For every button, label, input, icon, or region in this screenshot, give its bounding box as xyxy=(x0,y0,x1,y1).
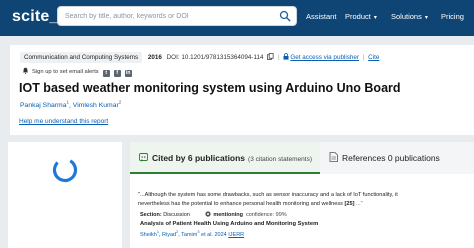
cite-link[interactable]: Cite xyxy=(368,54,379,61)
nav-assistant[interactable]: Assistant xyxy=(306,12,336,21)
citing-journal-link[interactable]: IJERR xyxy=(228,232,244,238)
author-link[interactable]: Riyad2 xyxy=(162,230,178,238)
lock-icon xyxy=(283,53,289,60)
references-label: References 0 publications xyxy=(342,153,440,163)
bell-icon[interactable] xyxy=(22,67,29,74)
search-input[interactable] xyxy=(65,7,277,25)
author-link[interactable]: Sheikh1 xyxy=(140,230,159,238)
citation-excerpt: "...Although the system has some drawbac… xyxy=(138,192,398,207)
paper-header-card: Communication and Computing Systems 2016… xyxy=(10,45,474,135)
etal-year: et al. 2024 xyxy=(201,231,227,238)
section-value: Discussion xyxy=(163,212,190,218)
tab-cited-by[interactable]: Cited by 6 publications (3 citation state… xyxy=(130,142,320,174)
linkedin-icon[interactable]: in xyxy=(124,70,132,77)
author-link[interactable]: Tamim3 xyxy=(181,230,199,238)
reference-marker: [25] xyxy=(344,200,355,207)
loading-spinner-icon xyxy=(52,157,78,183)
email-alert-link[interactable]: Sign up to set email alerts xyxy=(32,69,99,75)
scite-logo[interactable]: scite_ xyxy=(12,8,59,26)
cited-by-label: Cited by 6 publications xyxy=(152,153,246,163)
copy-icon[interactable] xyxy=(267,53,274,60)
author-list: Pankaj Sharma1, Vimlesh Kumar2 xyxy=(20,100,122,110)
side-metrics-card xyxy=(8,142,122,248)
chevron-down-icon: ▾ xyxy=(424,15,428,21)
top-nav: scite_ Assistant Product▾ Solutions▾ Pri… xyxy=(0,0,474,36)
search-box[interactable] xyxy=(57,6,297,26)
quote-icon xyxy=(139,153,148,162)
citation-section-row: Section: Discussion mentioning confidence… xyxy=(140,211,287,218)
doi-text: DOI: 10.1201/9781315364094-114 xyxy=(166,54,264,61)
nav-solutions[interactable]: Solutions ▾ xyxy=(391,12,428,21)
paper-meta-row: Communication and Computing Systems 2016… xyxy=(20,52,379,63)
paper-title: IOT based weather monitoring system usin… xyxy=(19,81,401,95)
facebook-icon[interactable]: f xyxy=(113,70,121,77)
citations-panel: Cited by 6 publications (3 citation state… xyxy=(130,142,474,248)
access-publisher-link[interactable]: Get access via publisher xyxy=(290,54,359,61)
author-link[interactable]: Pankaj Sharma1 xyxy=(20,100,69,109)
chevron-down-icon: ▾ xyxy=(373,15,377,21)
journal-badge: Communication and Computing Systems xyxy=(20,52,143,63)
nav-pricing[interactable]: Pricing xyxy=(441,12,464,21)
citing-paper-authors: Sheikh1, Riyad2, Tamim3 et al. 2024 IJER… xyxy=(140,230,245,238)
nav-product[interactable]: Product ▾ xyxy=(345,12,377,21)
confidence-score: confidence: 99% xyxy=(246,212,287,218)
tab-references[interactable]: References 0 publications xyxy=(320,142,474,174)
twitter-icon[interactable]: t xyxy=(102,70,110,77)
document-icon xyxy=(329,152,338,162)
author-link[interactable]: Vimlesh Kumar2 xyxy=(73,100,121,109)
search-icon[interactable] xyxy=(279,10,291,22)
citation-statements-count: (3 citation statements) xyxy=(248,156,312,163)
publication-year: 2016 xyxy=(147,54,162,61)
help-understand-link[interactable]: Help me understand this report xyxy=(19,118,108,125)
mentioning-icon xyxy=(205,211,211,217)
mentioning-badge: mentioning xyxy=(213,212,243,218)
citing-paper-title[interactable]: Analysis of Patient Health Using Arduino… xyxy=(140,221,318,227)
alert-row: Sign up to set email alerts t f in xyxy=(22,67,132,77)
